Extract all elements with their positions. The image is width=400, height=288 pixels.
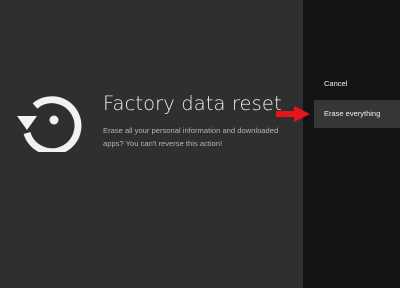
reset-description: Erase all your personal information and …: [103, 126, 279, 148]
cancel-button[interactable]: Cancel: [314, 70, 400, 98]
options-side-panel: Cancel Erase everything: [303, 0, 400, 288]
erase-everything-button[interactable]: Erase everything: [314, 100, 400, 128]
dialog-main-panel: Factory data reset Erase all your person…: [0, 0, 303, 288]
red-arrow-icon: [276, 106, 310, 122]
page-title: Factory data reset: [103, 92, 282, 115]
factory-reset-icon: [14, 88, 82, 152]
